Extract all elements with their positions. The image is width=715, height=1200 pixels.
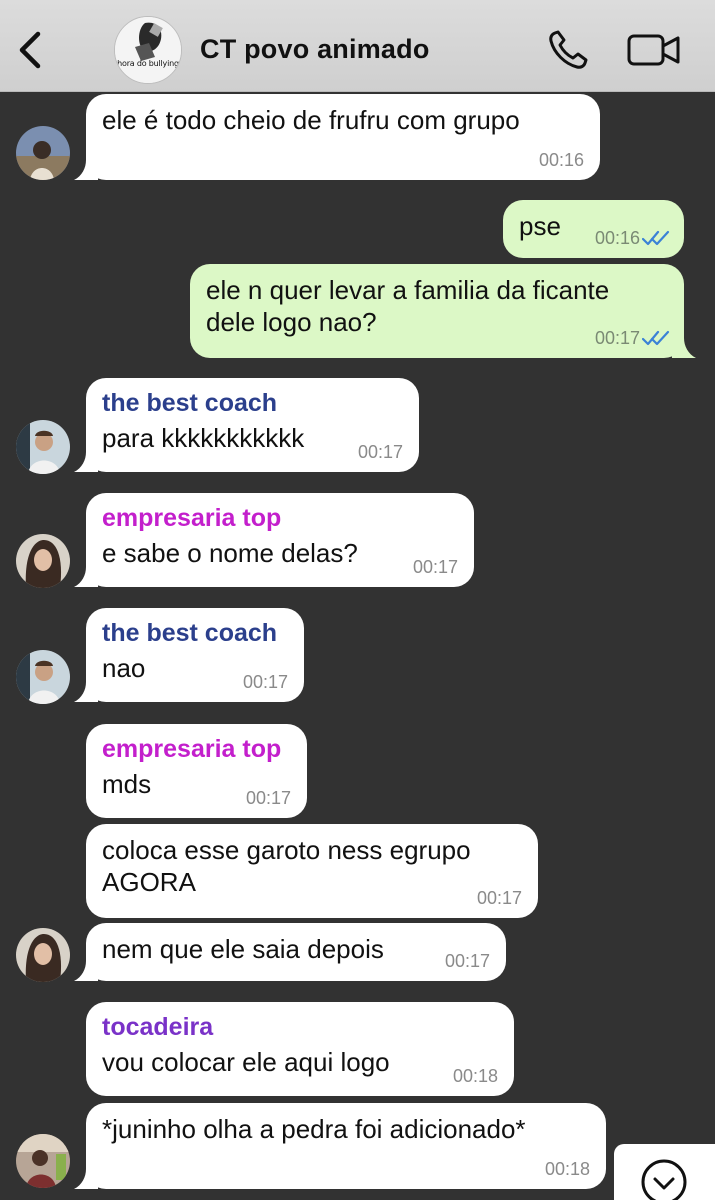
- message-text: *juninho olha a pedra foi adicionado*: [102, 1114, 526, 1144]
- group-avatar-caption: hora do bullying: [117, 59, 179, 68]
- read-receipt-icon: [642, 230, 670, 246]
- message-bubble[interactable]: pse 00:16: [503, 200, 684, 258]
- message-time: 00:17: [412, 557, 458, 577]
- message-time: 00:18: [452, 1066, 498, 1086]
- avatar[interactable]: [16, 420, 70, 474]
- phone-icon: [549, 30, 588, 69]
- avatar[interactable]: [16, 928, 70, 982]
- message-bubble[interactable]: coloca esse garoto ness egrupo AGORA 00:…: [86, 824, 538, 918]
- sender-name[interactable]: the best coach: [102, 388, 403, 418]
- voice-call-button[interactable]: [546, 28, 590, 72]
- message-bubble[interactable]: empresaria top e sabe o nome delas? 00:1…: [74, 493, 474, 587]
- member-photo-icon: [16, 650, 70, 704]
- member-photo-icon: [16, 534, 70, 588]
- read-receipt-icon: [642, 330, 670, 346]
- message-time: 00:18: [544, 1159, 590, 1179]
- sender-name[interactable]: the best coach: [102, 618, 288, 648]
- avatar[interactable]: [16, 1134, 70, 1188]
- message-text-line: ele n quer levar a familia da ficante: [206, 275, 610, 305]
- message-text: e sabe o nome delas?: [102, 538, 358, 568]
- message-time: 00:17: [444, 951, 490, 971]
- bubble-tail: [74, 961, 98, 981]
- chat-header: hora do bullying CT povo animado: [0, 0, 715, 92]
- message-time: 00:16: [594, 228, 640, 248]
- chevron-left-icon: [19, 31, 41, 69]
- chat-title[interactable]: CT povo animado: [200, 34, 430, 65]
- message-bubble[interactable]: empresaria top mds 00:17: [86, 724, 307, 818]
- member-photo-icon: [16, 1134, 70, 1188]
- bubble-tail: [74, 567, 98, 587]
- message-bubble[interactable]: ele n quer levar a familia da ficante de…: [190, 264, 696, 358]
- scroll-to-bottom-button[interactable]: [614, 1144, 715, 1200]
- chevron-down-circle-icon: [641, 1159, 687, 1200]
- message-text-line: coloca esse garoto ness egrupo: [102, 835, 471, 865]
- avatar[interactable]: [16, 126, 70, 180]
- avatar[interactable]: [16, 650, 70, 704]
- message-text: ele é todo cheio de frufru com grupo: [102, 105, 520, 135]
- message-text: nem que ele saia depois: [102, 934, 384, 964]
- member-photo-icon: [16, 928, 70, 982]
- back-button[interactable]: [14, 28, 48, 72]
- message-time: 00:17: [245, 788, 291, 808]
- avatar[interactable]: [16, 534, 70, 588]
- sender-name[interactable]: tocadeira: [102, 1012, 498, 1042]
- group-photo-icon: [115, 17, 181, 83]
- message-time: 00:17: [476, 888, 522, 908]
- message-time: 00:17: [357, 442, 403, 462]
- message-bubble[interactable]: tocadeira vou colocar ele aqui logo 00:1…: [86, 1002, 514, 1096]
- bubble-tail: [74, 682, 98, 702]
- message-time: 00:16: [538, 150, 584, 170]
- message-bubble[interactable]: the best coach para kkkkkkkkkkk 00:17: [74, 378, 419, 472]
- message-time: 00:17: [594, 328, 640, 348]
- bubble-tail: [672, 338, 696, 358]
- message-text: vou colocar ele aqui logo: [102, 1047, 390, 1077]
- member-photo-icon: [16, 126, 70, 180]
- sender-name[interactable]: empresaria top: [102, 503, 458, 533]
- bubble-tail: [74, 1169, 98, 1189]
- message-time: 00:17: [242, 672, 288, 692]
- bubble-tail: [74, 160, 98, 180]
- member-photo-icon: [16, 420, 70, 474]
- message-bubble[interactable]: nem que ele saia depois 00:17: [74, 923, 506, 981]
- message-bubble[interactable]: ele é todo cheio de frufru com grupo 00:…: [74, 94, 600, 180]
- video-camera-icon: [627, 34, 680, 66]
- group-avatar[interactable]: hora do bullying: [114, 16, 182, 84]
- message-text-line: AGORA: [102, 867, 196, 897]
- sender-name[interactable]: empresaria top: [102, 734, 291, 764]
- message-bubble[interactable]: the best coach nao 00:17: [74, 608, 304, 702]
- bubble-tail: [74, 452, 98, 472]
- video-call-button[interactable]: [626, 30, 682, 70]
- message-bubble[interactable]: *juninho olha a pedra foi adicionado* 00…: [74, 1103, 606, 1189]
